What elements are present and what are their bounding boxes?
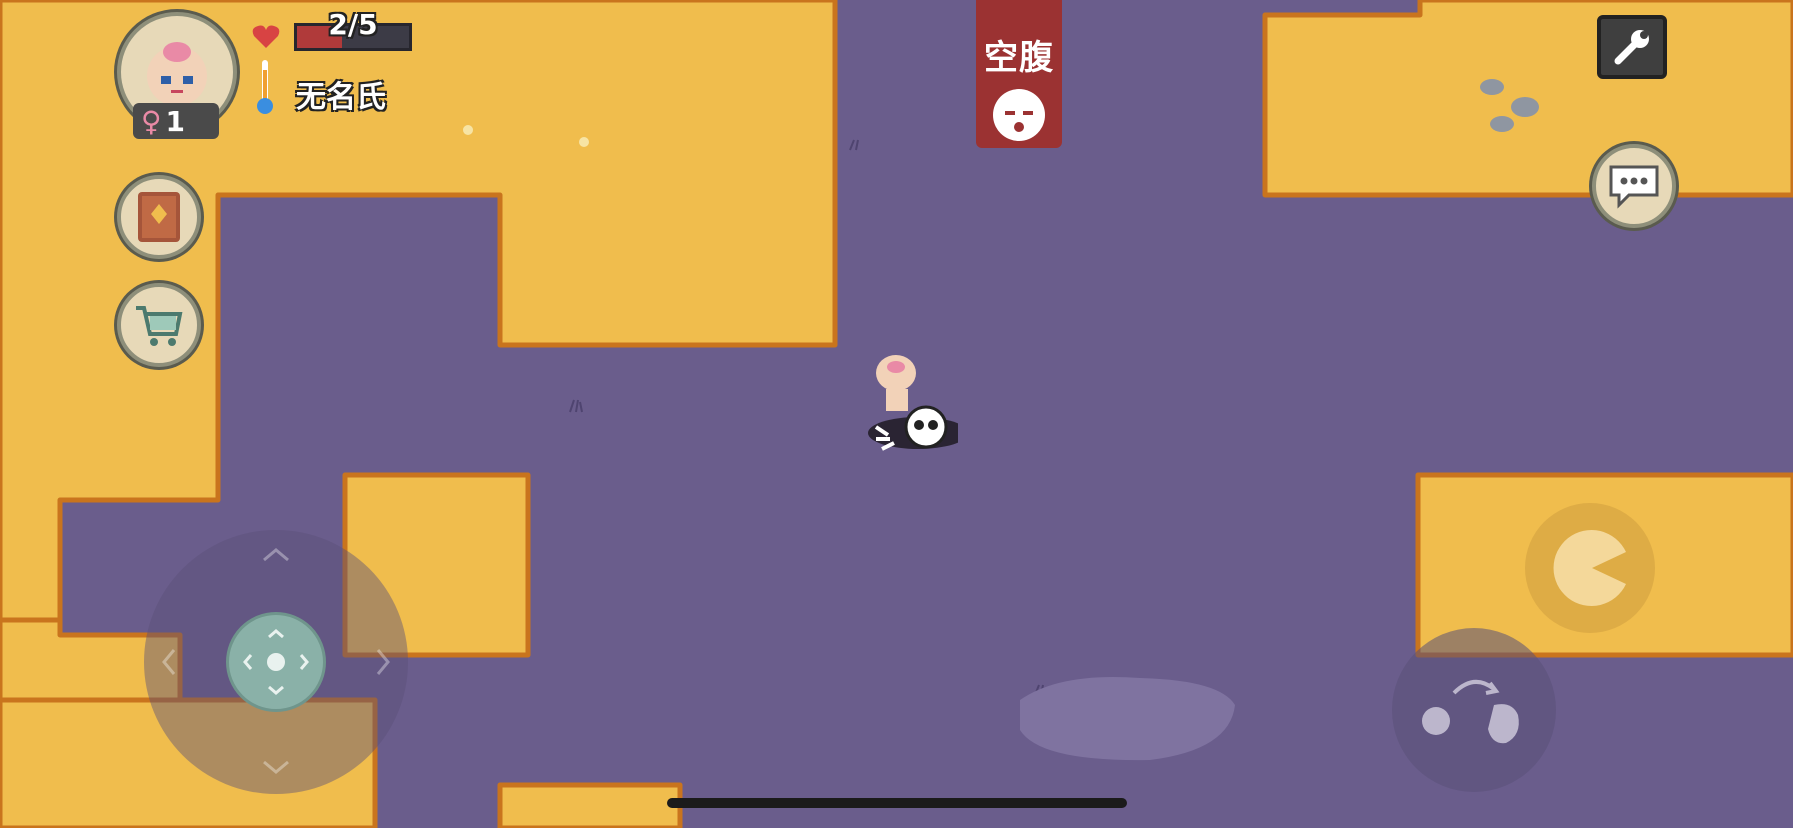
gender-symbol: ♀	[141, 104, 162, 138]
chat-bubble-icon	[1609, 165, 1659, 209]
gender-badge: ♀ 1	[133, 103, 219, 139]
journal-button[interactable]	[117, 175, 201, 259]
player-name: 无名氏	[296, 80, 386, 115]
eat-button[interactable]	[1525, 503, 1655, 633]
character-portrait-icon	[147, 42, 207, 106]
hunger-status-banner: 空腹	[976, 0, 1062, 148]
thermometer-icon	[257, 60, 273, 114]
chat-button[interactable]	[1592, 144, 1676, 228]
home-indicator	[667, 798, 1127, 808]
heart-icon	[252, 25, 280, 48]
throw-hand-icon	[1422, 680, 1519, 744]
eat-pacman-icon	[1553, 530, 1626, 606]
throw-button[interactable]	[1392, 628, 1556, 792]
health-text: 2/5	[328, 8, 378, 41]
shopping-cart-icon	[136, 306, 183, 346]
gender-count: 1	[165, 104, 185, 138]
dpad-icon	[243, 629, 309, 695]
journal-book-icon	[138, 192, 180, 242]
hungry-face-icon	[993, 89, 1045, 141]
settings-button[interactable]	[1597, 15, 1667, 79]
joystick-knob[interactable]	[226, 612, 326, 712]
wrench-icon	[1614, 30, 1649, 65]
shop-button[interactable]	[117, 283, 201, 367]
movement-joystick[interactable]	[144, 530, 408, 794]
player-character	[868, 355, 958, 451]
status-label: 空腹	[984, 38, 1054, 78]
